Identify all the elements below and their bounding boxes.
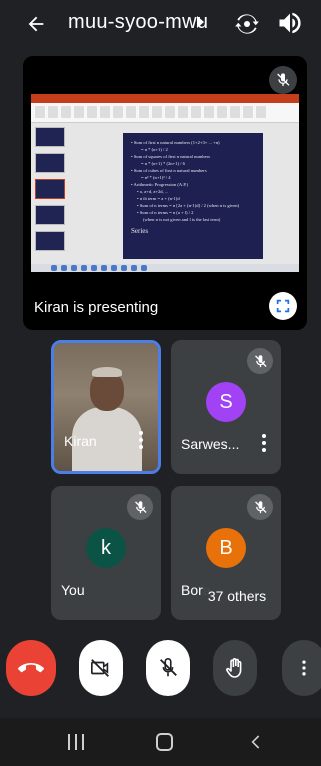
top-bar: muu-syoo-mwu	[0, 0, 321, 48]
slide-line: (when n is not given and l is the last t…	[143, 217, 221, 222]
mic-off-icon	[134, 500, 147, 513]
avatar: S	[206, 382, 246, 422]
current-slide: • Sum of first n natural numbers (1+2+3+…	[123, 133, 263, 259]
more-vertical-icon	[302, 660, 306, 676]
participant-options-button[interactable]	[138, 431, 144, 449]
slide-thumbnail	[35, 231, 65, 251]
arrow-left-icon	[28, 16, 44, 32]
muted-badge	[127, 494, 153, 520]
raise-hand-button[interactable]	[213, 640, 257, 696]
slide-line: • n th term = a + (n-1)d	[137, 196, 180, 201]
system-nav-bar	[0, 718, 321, 766]
presentation-tile[interactable]: • Sum of first n natural numbers (1+2+3+…	[23, 56, 307, 330]
slide-line: • Sum of cubes of first n natural number…	[131, 168, 207, 173]
participant-video	[54, 343, 158, 471]
home-button[interactable]	[156, 733, 173, 751]
system-back-button[interactable]	[248, 734, 264, 750]
muted-badge	[247, 348, 273, 374]
slide-line: • a, a+d, a+2d, ...	[137, 189, 169, 194]
participant-tile-sarwes[interactable]: S Sarwes...	[171, 340, 281, 474]
caret-right-icon[interactable]	[197, 16, 204, 28]
end-call-button[interactable]	[6, 640, 56, 696]
audio-output-button[interactable]	[276, 9, 306, 39]
recent-apps-button[interactable]	[68, 734, 84, 750]
switch-camera-button[interactable]	[232, 9, 262, 39]
slide-line: = n² * (n+1)² / 4	[141, 175, 171, 180]
chevron-left-icon	[251, 735, 260, 749]
slide-thumbnails	[35, 127, 65, 257]
fullscreen-button[interactable]	[269, 292, 297, 320]
fullscreen-icon	[276, 299, 290, 313]
participant-name: Kiran	[64, 433, 97, 449]
meeting-code[interactable]: muu-syoo-mwu	[68, 11, 208, 34]
slide-line: • Sum of n terms = n [2a + (n-1)d] / 2 (…	[137, 203, 240, 208]
presenter-muted-badge	[269, 66, 297, 94]
participant-name: You	[61, 582, 85, 598]
slide-thumbnail	[35, 205, 65, 225]
participant-tile-kiran[interactable]: Kiran	[51, 340, 161, 474]
video-off-icon	[91, 659, 109, 677]
slide-line: • Sum of squares of first n natural numb…	[131, 154, 210, 159]
mic-off-icon	[160, 658, 177, 677]
person-hair	[92, 367, 122, 377]
hand-icon	[226, 658, 242, 678]
app-title-bar	[31, 94, 299, 103]
speaker-icon	[279, 12, 301, 34]
back-button[interactable]	[22, 10, 50, 38]
presenting-label: Kiran is presenting	[34, 299, 159, 316]
slide-footer: Series	[131, 227, 149, 235]
others-count-button[interactable]: 37 others	[202, 581, 272, 611]
call-controls	[0, 640, 321, 700]
slide-line: • Arithmetic Progression (A.P.)	[131, 182, 189, 187]
slide-thumbnail	[35, 153, 65, 173]
camera-flip-icon	[235, 14, 259, 34]
mic-off-icon	[277, 73, 290, 86]
shared-screen: • Sum of first n natural numbers (1+2+3+…	[31, 94, 299, 272]
more-options-button[interactable]	[282, 640, 321, 696]
mic-off-icon	[254, 354, 267, 367]
mic-toggle-button[interactable]	[146, 640, 190, 696]
muted-badge	[247, 494, 273, 520]
mic-off-icon	[254, 500, 267, 513]
slide-line: • Sum of first n natural numbers (1+2+3+…	[131, 140, 220, 145]
slide-thumbnail	[35, 179, 65, 199]
avatar: B	[206, 528, 246, 568]
slide-line: • Sum of n terms = n (a + l) / 2	[137, 210, 194, 215]
camera-toggle-button[interactable]	[79, 640, 123, 696]
app-ribbon	[31, 103, 299, 123]
slide-line: = n * (n+1) * (2n+1) / 6	[141, 161, 185, 166]
slide-thumbnail	[35, 127, 65, 147]
slide-line: = n * (n+1) / 2	[141, 147, 168, 152]
app-workspace: • Sum of first n natural numbers (1+2+3+…	[31, 123, 299, 264]
desktop-taskbar	[31, 264, 299, 272]
person-head	[90, 371, 124, 411]
participant-tile-you[interactable]: k You	[51, 486, 161, 620]
participant-name: Sarwes...	[181, 436, 240, 452]
avatar: k	[86, 528, 126, 568]
participant-options-button[interactable]	[261, 434, 267, 452]
phone-hangup-icon	[18, 663, 44, 673]
